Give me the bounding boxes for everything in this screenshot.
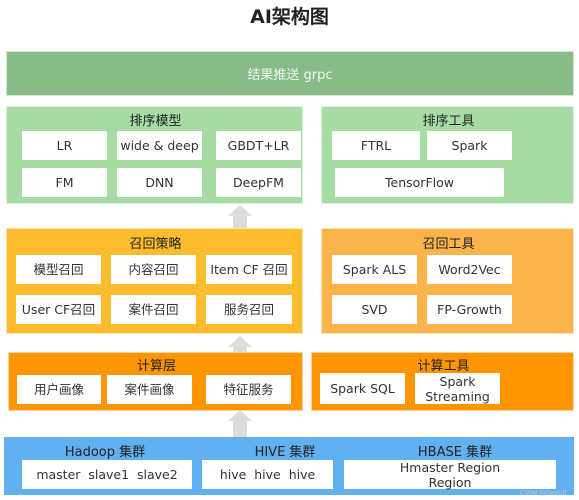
- model-wide-deep: wide & deep: [117, 131, 202, 160]
- hbase-cluster-nodes: Hmaster Region Region: [344, 460, 556, 490]
- model-gbdt-lr: GBDT+LR: [216, 131, 301, 160]
- recall-content: 内容召回: [111, 255, 196, 284]
- compute-tools-title: 计算工具: [417, 359, 470, 374]
- compute-case-profile: 案件画像: [107, 375, 192, 404]
- ranking-models-title: 排序模型: [129, 114, 182, 129]
- tool-spark: Spark: [427, 131, 512, 160]
- up-arrow-icon: [228, 410, 252, 437]
- tool-fp-growth: FP-Growth: [427, 295, 512, 324]
- recall-service: 服务召回: [206, 295, 292, 324]
- model-lr: LR: [22, 131, 107, 160]
- recall-strategy-title: 召回策略: [129, 237, 182, 252]
- model-dnn: DNN: [117, 168, 202, 197]
- recall-user-cf: User CF召回: [16, 295, 101, 324]
- compute-feature-service: 特征服务: [206, 375, 291, 404]
- recall-case: 案件召回: [111, 295, 196, 324]
- push-layer-bar: 结果推送 grpc: [6, 51, 574, 96]
- model-deepfm: DeepFM: [216, 168, 301, 197]
- tool-spark-sql: Spark SQL: [320, 373, 405, 404]
- up-arrow-icon: [228, 205, 252, 229]
- push-layer-label: 结果推送 grpc: [247, 68, 333, 83]
- tool-ftrl: FTRL: [332, 131, 420, 160]
- recall-item-cf: Item CF 召回: [206, 255, 292, 284]
- tool-tensorflow: TensorFlow: [335, 168, 504, 197]
- hbase-cluster-title: HBASE 集群: [417, 445, 493, 460]
- recall-tools-title: 召回工具: [422, 237, 475, 252]
- tool-spark-streaming: Spark Streaming: [415, 373, 500, 404]
- model-fm: FM: [22, 168, 107, 197]
- hadoop-cluster-nodes: master slave1 slave2: [22, 460, 192, 489]
- compute-user-profile: 用户画像: [17, 375, 101, 404]
- ranking-tools-title: 排序工具: [422, 114, 475, 129]
- watermark: CSDN @GeoJeff: [520, 490, 567, 497]
- tool-spark-als: Spark ALS: [332, 255, 417, 284]
- tool-word2vec: Word2Vec: [427, 255, 512, 284]
- recall-model: 模型召回: [16, 255, 101, 284]
- compute-layer-title: 计算层: [136, 359, 176, 374]
- diagram-title: AI架构图: [250, 6, 329, 28]
- tool-svd: SVD: [332, 295, 417, 324]
- hive-cluster-title: HIVE 集群: [254, 445, 316, 460]
- hadoop-cluster-title: Hadoop 集群: [64, 445, 146, 460]
- hive-cluster-nodes: hive hive hive: [202, 460, 333, 489]
